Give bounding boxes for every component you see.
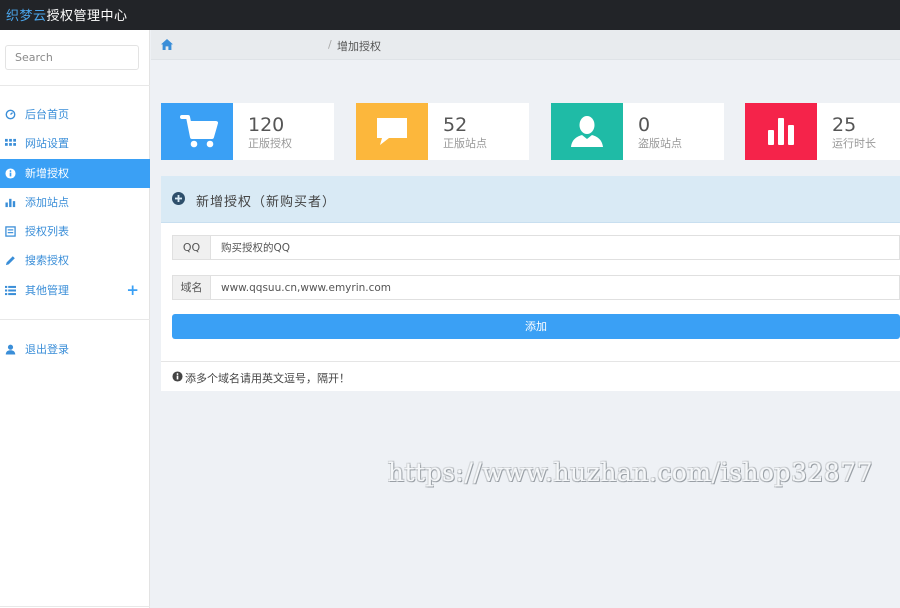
stat-value: 120 bbox=[248, 114, 285, 136]
comment-icon bbox=[377, 118, 407, 145]
breadcrumb-current: 增加授权 bbox=[337, 40, 381, 53]
logout-link[interactable]: 退出登录 bbox=[0, 335, 150, 364]
sidebar-item-site-settings[interactable]: 网站设置 bbox=[0, 129, 150, 158]
sidebar-item-label: 网站设置 bbox=[25, 137, 69, 151]
stat-label: 正版授权 bbox=[248, 137, 292, 150]
list-icon bbox=[5, 285, 16, 295]
panel-header: 新增授权（新购买者） bbox=[161, 176, 900, 223]
dashboard-icon bbox=[5, 109, 16, 120]
sidebar-item-add-site[interactable]: 添加站点 bbox=[0, 188, 150, 217]
pencil-icon bbox=[5, 256, 15, 266]
hint-text: 添多个域名请用英文逗号，隔开！ bbox=[185, 372, 350, 385]
home-icon[interactable] bbox=[161, 39, 173, 50]
qq-input-group: QQ bbox=[172, 235, 900, 260]
add-button[interactable]: 添加 bbox=[172, 314, 900, 339]
stat-value: 25 bbox=[832, 114, 857, 136]
breadcrumb-separator: / bbox=[328, 38, 332, 51]
stat-icon-box bbox=[551, 103, 623, 160]
sidebar: 后台首页 网站设置 新增授权 添加站点 授权列表 搜索授权 其他管理 + bbox=[0, 30, 150, 608]
stat-card-sites: 52 正版站点 bbox=[356, 103, 529, 160]
qq-input[interactable] bbox=[221, 236, 891, 259]
info-icon bbox=[5, 168, 16, 179]
stat-card-pirated-sites: 0 盗版站点 bbox=[551, 103, 724, 160]
sidebar-item-other-management[interactable]: 其他管理 + bbox=[0, 276, 150, 305]
stat-card-uptime: 25 运行时长 bbox=[745, 103, 900, 160]
sidebar-search bbox=[0, 30, 150, 86]
sidebar-item-new-license[interactable]: 新增授权 bbox=[0, 158, 150, 188]
user-icon bbox=[5, 344, 16, 355]
sidebar-item-label: 添加站点 bbox=[25, 195, 69, 209]
expand-plus-icon[interactable]: + bbox=[126, 276, 139, 305]
stat-icon-box bbox=[745, 103, 817, 160]
domain-label: 域名 bbox=[173, 276, 211, 299]
sidebar-item-label: 搜索授权 bbox=[25, 254, 69, 268]
sidebar-nav: 后台首页 网站设置 新增授权 添加站点 授权列表 搜索授权 其他管理 + bbox=[0, 100, 150, 305]
domain-input[interactable] bbox=[221, 276, 891, 299]
panel-title: 新增授权（新购买者） bbox=[196, 195, 337, 210]
sidebar-item-dashboard[interactable]: 后台首页 bbox=[0, 100, 150, 129]
sidebar-item-label: 新增授权 bbox=[25, 166, 69, 180]
cart-icon bbox=[180, 115, 218, 148]
bar-chart-icon bbox=[768, 118, 794, 145]
grid-icon bbox=[5, 139, 16, 147]
info-icon bbox=[172, 371, 183, 382]
sidebar-divider bbox=[0, 319, 150, 320]
sidebar-item-label: 后台首页 bbox=[25, 108, 69, 121]
logout-label: 退出登录 bbox=[25, 343, 69, 356]
user-icon bbox=[571, 116, 603, 147]
brand-rest: 授权管理中心 bbox=[46, 9, 128, 24]
sidebar-item-license-list[interactable]: 授权列表 bbox=[0, 217, 150, 246]
panel-footer: 添多个域名请用英文逗号，隔开！ bbox=[161, 361, 900, 391]
sidebar-item-label: 其他管理 bbox=[25, 283, 69, 297]
top-bar: 织梦云授权管理中心 bbox=[0, 0, 900, 30]
sidebar-item-search-license[interactable]: 搜索授权 bbox=[0, 246, 150, 275]
domain-input-group: 域名 bbox=[172, 275, 900, 300]
stat-value: 0 bbox=[638, 114, 651, 136]
stat-icon-box bbox=[161, 103, 233, 160]
app-title: 织梦云授权管理中心 bbox=[6, 5, 128, 24]
add-license-panel: 新增授权（新购买者） QQ 域名 添加 添多个域名请用英文逗号，隔开！ bbox=[161, 176, 900, 391]
stat-label: 盗版站点 bbox=[638, 137, 682, 150]
stat-icon-box bbox=[356, 103, 428, 160]
watermark: https://www.huzhan.com/ishop32877 bbox=[388, 458, 874, 487]
stat-label: 正版站点 bbox=[443, 137, 487, 150]
list-icon bbox=[5, 226, 16, 237]
breadcrumb: / 增加授权 bbox=[151, 30, 900, 60]
brand-accent: 织梦云 bbox=[6, 9, 47, 24]
stat-value: 52 bbox=[443, 114, 468, 136]
stat-label: 运行时长 bbox=[832, 137, 876, 150]
qq-label: QQ bbox=[173, 236, 211, 259]
bar-chart-icon bbox=[5, 198, 16, 207]
stat-card-licenses: 120 正版授权 bbox=[161, 103, 334, 160]
plus-circle-icon bbox=[172, 192, 185, 205]
search-input[interactable] bbox=[5, 45, 139, 70]
sidebar-bottom-divider bbox=[0, 606, 150, 607]
sidebar-item-label: 授权列表 bbox=[25, 225, 69, 239]
